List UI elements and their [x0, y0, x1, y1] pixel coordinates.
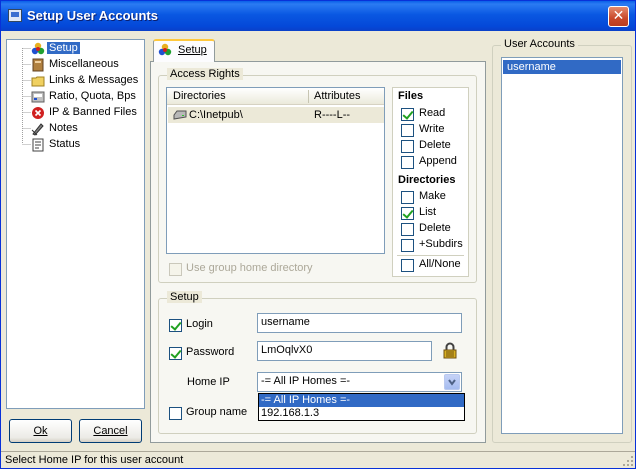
setup-group-label: Setup: [167, 291, 202, 303]
home-ip-select[interactable]: -= All IP Homes =-: [257, 372, 462, 392]
title-bar[interactable]: Setup User Accounts ✕: [1, 1, 635, 31]
cancel-button[interactable]: Cancel: [79, 419, 142, 443]
resize-grip-icon[interactable]: [622, 455, 634, 467]
files-append-label: Append: [419, 155, 457, 167]
tree-item-label: Ratio, Quota, Bps: [49, 90, 136, 102]
chevron-down-icon: [448, 379, 456, 386]
ratio-icon: [31, 91, 45, 103]
app-icon: [8, 9, 22, 22]
files-heading: Files: [398, 90, 424, 102]
row-directory: C:\Inetpub\: [189, 109, 243, 121]
home-ip-option[interactable]: 192.168.1.3: [259, 407, 464, 420]
user-accounts-label: User Accounts: [501, 38, 578, 50]
permissions-panel: Files Read Write Delete Append Directori…: [392, 87, 469, 277]
access-rights-label: Access Rights: [167, 68, 243, 80]
dirs-make-label: Make: [419, 190, 446, 202]
folder-icon: [31, 76, 45, 87]
tree-item-label: IP & Banned Files: [49, 106, 137, 118]
notes-icon: [31, 123, 44, 136]
category-tree[interactable]: Setup Miscellaneous Links & Messages Rat…: [6, 39, 145, 409]
misc-icon: [32, 58, 44, 72]
use-group-home-label: Use group home directory: [186, 262, 313, 274]
files-delete-checkbox[interactable]: [401, 140, 414, 153]
drive-icon: [173, 110, 187, 120]
list-header: Directories Attributes: [167, 88, 384, 105]
ok-button-label: Ok: [33, 425, 48, 437]
dirs-make-checkbox[interactable]: [401, 191, 414, 204]
tab-setup-label: Setup: [178, 44, 207, 56]
dirs-list-checkbox[interactable]: [401, 207, 414, 220]
banned-icon: [32, 107, 44, 119]
table-row[interactable]: C:\Inetpub\ R----L--: [168, 107, 384, 123]
files-delete-label: Delete: [419, 139, 451, 151]
all-none-checkbox[interactable]: [401, 259, 414, 272]
home-ip-label: Home IP: [187, 376, 230, 388]
status-icon: [32, 138, 44, 152]
dropdown-button[interactable]: [444, 374, 460, 390]
status-bar: Select Home IP for this user account: [1, 451, 635, 469]
files-read-label: Read: [419, 107, 446, 119]
tree-item-label: Links & Messages: [49, 74, 139, 86]
files-write-checkbox[interactable]: [401, 124, 414, 137]
files-write-label: Write: [419, 123, 445, 135]
ok-button[interactable]: Ok: [9, 419, 72, 443]
status-text: Select Home IP for this user account: [5, 454, 184, 466]
dirs-subdirs-checkbox[interactable]: [401, 239, 414, 252]
dirs-delete-checkbox[interactable]: [401, 223, 414, 236]
group-name-checkbox[interactable]: [169, 407, 182, 420]
tree-item-label: Notes: [49, 122, 78, 134]
directories-heading: Directories: [398, 174, 456, 186]
list-item[interactable]: username: [503, 60, 621, 74]
password-field[interactable]: LmOqlvX0: [257, 341, 432, 361]
tree-item-label: Status: [49, 138, 81, 150]
home-ip-value: -= All IP Homes =-: [261, 375, 351, 387]
group-name-label: Group name: [186, 406, 248, 418]
setup-icon: [158, 43, 172, 56]
setup-user-accounts-window: Setup User Accounts ✕ Setup Miscellaneou…: [0, 0, 636, 469]
password-checkbox[interactable]: [169, 347, 182, 360]
dirs-list-label: List: [419, 206, 437, 218]
user-accounts-list[interactable]: username: [501, 57, 623, 434]
home-ip-dropdown-list[interactable]: -= All IP Homes =- 192.168.1.3: [258, 393, 465, 421]
close-button[interactable]: ✕: [608, 6, 629, 27]
home-ip-option[interactable]: -= All IP Homes =-: [259, 394, 464, 407]
all-none-label: All/None: [419, 258, 461, 270]
tree-item-label: Setup: [47, 42, 80, 54]
lock-icon[interactable]: [443, 342, 457, 359]
column-divider: [308, 90, 309, 103]
dirs-delete-label: Delete: [419, 222, 451, 234]
files-append-checkbox[interactable]: [401, 156, 414, 169]
files-read-checkbox[interactable]: [401, 108, 414, 121]
use-group-home-checkbox[interactable]: [169, 263, 182, 276]
dirs-subdirs-label: +Subdirs: [419, 238, 463, 250]
divider: [397, 255, 464, 256]
tree-item-label: Miscellaneous: [49, 58, 119, 70]
login-label: Login: [186, 318, 213, 330]
login-checkbox[interactable]: [169, 319, 182, 332]
column-attributes[interactable]: Attributes: [314, 90, 360, 102]
column-directories[interactable]: Directories: [173, 90, 226, 102]
tab-setup[interactable]: Setup: [153, 39, 215, 62]
password-label: Password: [186, 346, 235, 358]
login-field[interactable]: username: [257, 313, 462, 333]
window-title: Setup User Accounts: [27, 8, 158, 23]
cancel-button-label: Cancel: [93, 425, 128, 437]
row-attributes: R----L--: [314, 109, 351, 121]
directories-list[interactable]: Directories Attributes C:\Inetpub\ R----…: [166, 87, 385, 254]
setup-icon: [31, 42, 45, 55]
